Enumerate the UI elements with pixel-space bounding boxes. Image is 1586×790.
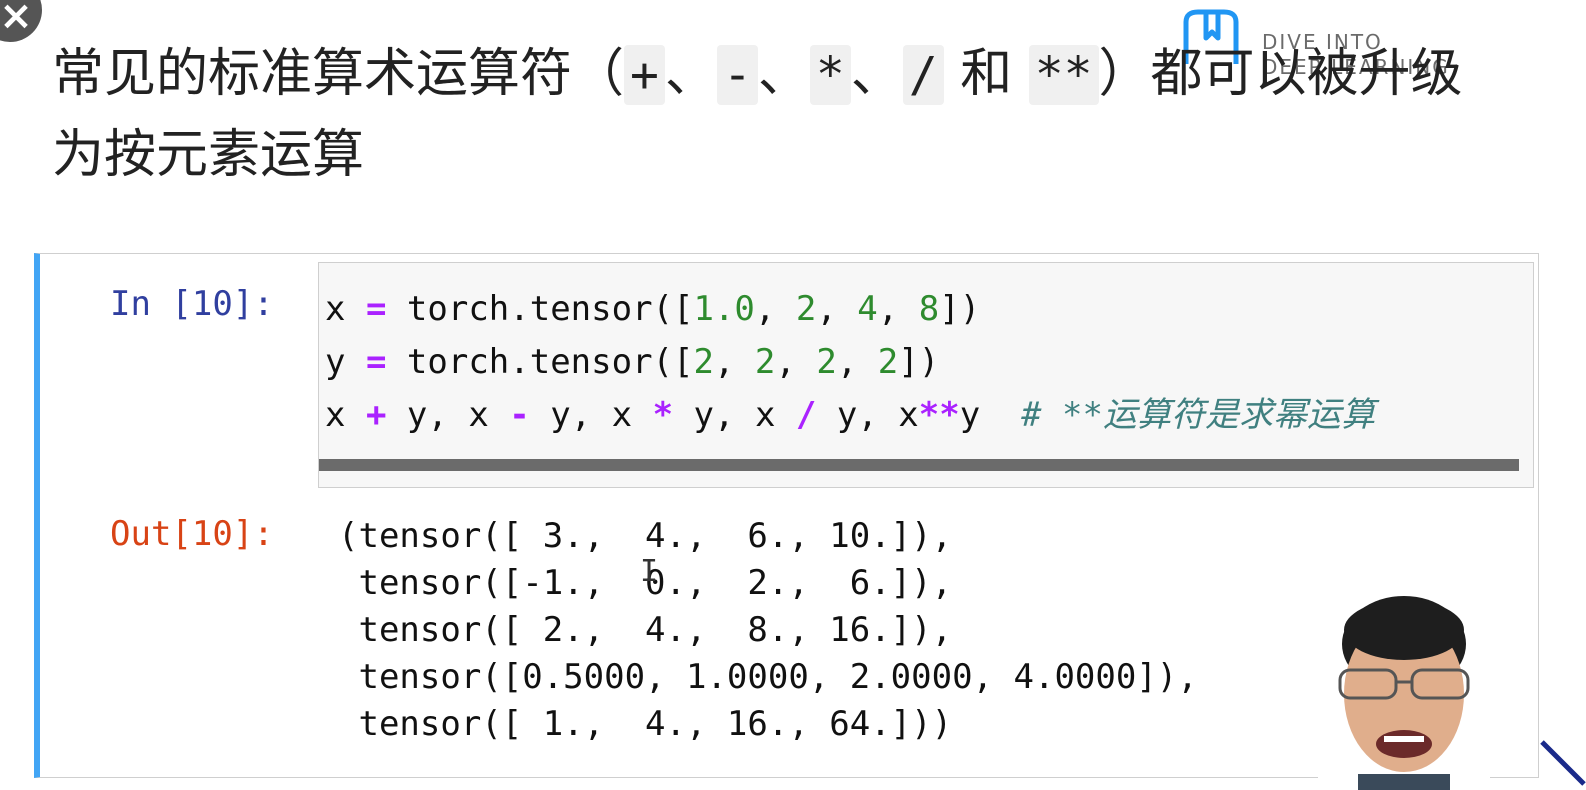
output-line: tensor([0.5000, 1.0000, 2.0000, 4.0000])… xyxy=(338,657,1198,697)
code-input-area[interactable]: x = torch.tensor([1.0, 2, 4, 8]) y = tor… xyxy=(318,262,1534,488)
notebook-cell[interactable]: In [10]: x = torch.tensor([1.0, 2, 4, 8]… xyxy=(34,253,1539,778)
code-line-3: x + y, x - y, x * y, x / y, x**y # **运算符… xyxy=(325,395,1375,435)
horizontal-scrollbar[interactable] xyxy=(319,459,1519,471)
output-line: (tensor([ 3., 4., 6., 10.]), xyxy=(338,516,953,556)
corner-arrow-icon xyxy=(1540,740,1586,786)
plus-operator: + xyxy=(624,45,665,105)
input-prompt: In [10]: xyxy=(110,284,274,324)
minus-operator: - xyxy=(716,45,758,105)
output-line: tensor([ 2., 4., 8., 16.]), xyxy=(338,610,953,650)
close-icon: × xyxy=(0,0,33,39)
power-operator: ** xyxy=(1028,45,1099,105)
divide-operator: / xyxy=(902,45,944,105)
output-line: tensor([ 1., 4., 16., 64.])) xyxy=(338,704,953,744)
code-line-1: x = torch.tensor([1.0, 2, 4, 8]) xyxy=(325,289,981,329)
presenter-video xyxy=(1318,584,1490,790)
code-comment: # **运算符是求幂运算 xyxy=(1021,395,1375,435)
code-line-2: y = torch.tensor([2, 2, 2, 2]) xyxy=(325,342,940,382)
close-button[interactable]: × xyxy=(0,0,42,42)
output-prompt: Out[10]: xyxy=(110,514,274,554)
text-cursor-icon: I xyxy=(640,554,659,589)
slide-headline: 常见的标准算术运算符（ +、 -、 *、 / 和 ** ）都可以被升级为按元素运算 xyxy=(52,44,1463,185)
multiply-operator: * xyxy=(809,45,851,105)
